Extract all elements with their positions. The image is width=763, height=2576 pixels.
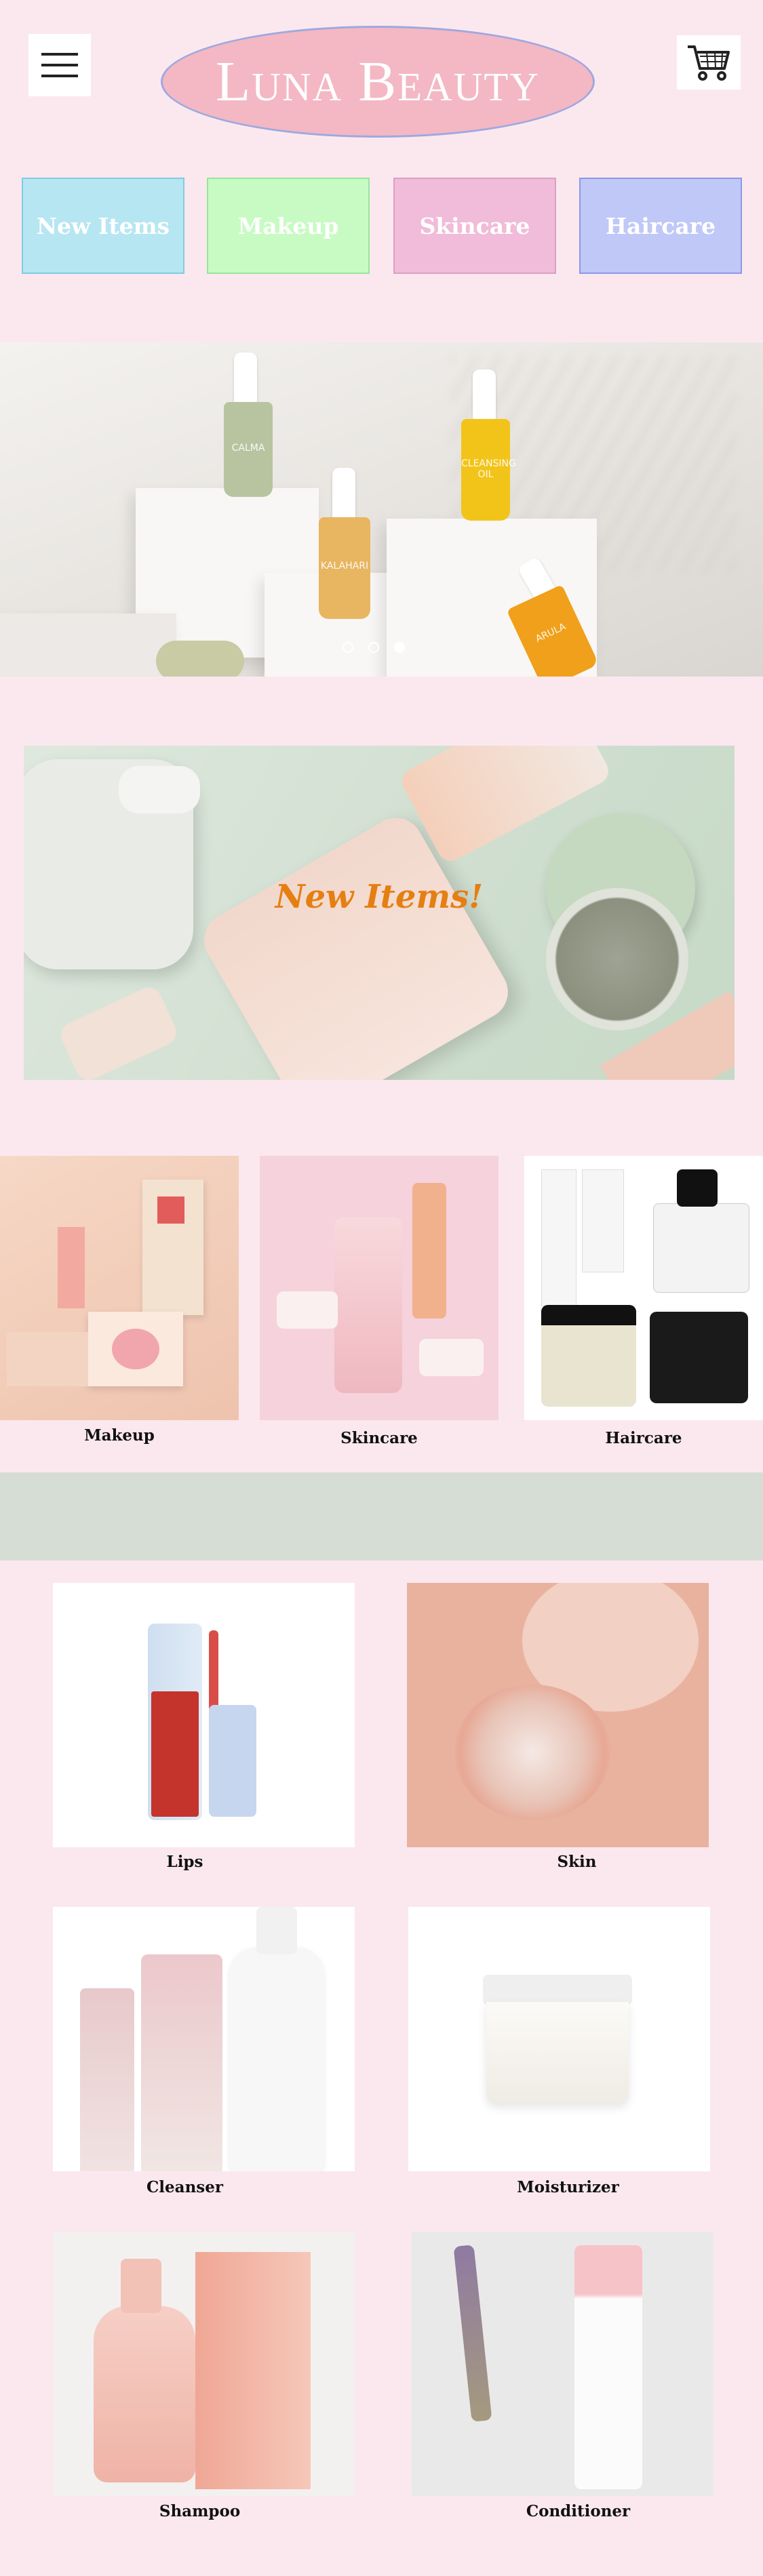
bottle-cap — [256, 1907, 297, 1954]
new-items-banner[interactable]: New Items! — [24, 746, 735, 1080]
cream-jar — [486, 2002, 629, 2104]
cushion-compact — [454, 1685, 610, 1820]
conditioner-tube — [574, 2245, 642, 2489]
product-label-shampoo: Shampoo — [159, 2502, 241, 2520]
product-label-skin: Skin — [557, 1853, 597, 1871]
product-label-moisturizer: Moisturizer — [517, 2178, 619, 2196]
tab-label: Skincare — [419, 212, 530, 239]
jar-lid — [541, 1305, 636, 1325]
serum-bottle: CLEANSING OIL — [461, 419, 516, 521]
perfume-bottle — [653, 1203, 749, 1293]
jar-cap — [119, 766, 200, 813]
product-label-lips: Lips — [166, 1853, 203, 1871]
lipstick — [58, 1227, 85, 1308]
serum-bottle — [412, 1183, 446, 1319]
shampoo-box — [195, 2252, 311, 2489]
perfume-cap — [677, 1169, 718, 1207]
cream-jar — [419, 1339, 484, 1376]
tab-makeup[interactable]: Makeup — [207, 178, 370, 274]
carousel-dot-active[interactable] — [394, 642, 405, 653]
shampoo-bottle — [94, 2306, 195, 2482]
brand-name: Luna Beauty — [215, 50, 541, 113]
carousel-dot[interactable] — [368, 642, 379, 653]
section-divider — [0, 1472, 763, 1561]
bottle-label: ARULA — [534, 621, 568, 645]
brand-mark — [157, 1196, 184, 1224]
product-box — [7, 1332, 88, 1386]
cream-jar — [277, 1291, 338, 1329]
cream-jar — [650, 1312, 748, 1403]
serum-bottle: CALMA — [224, 402, 273, 497]
cleanser-bottle — [229, 1948, 324, 2171]
tab-new-items[interactable]: New Items — [22, 178, 184, 274]
cleanser-tube — [80, 1988, 134, 2171]
tab-label: Makeup — [237, 212, 339, 239]
category-label-makeup: Makeup — [84, 1426, 155, 1445]
tab-label: New Items — [36, 212, 170, 239]
tube-product — [541, 1169, 576, 1306]
lavender-bunch — [453, 2245, 492, 2422]
carousel-indicators — [343, 642, 405, 653]
lip-gloss-cap — [209, 1705, 256, 1817]
product-image-lips[interactable] — [53, 1583, 355, 1847]
gloss-wand — [209, 1630, 218, 1712]
product-image-shampoo[interactable] — [53, 2232, 355, 2496]
display-cube — [0, 613, 176, 677]
category-label-haircare: Haircare — [605, 1429, 682, 1447]
tube-product — [582, 1169, 624, 1272]
category-image-makeup[interactable] — [0, 1156, 239, 1420]
jar-lid — [483, 1975, 632, 2005]
dropper-cap — [473, 369, 496, 420]
bottle-label: KALAHARI — [320, 561, 369, 571]
product-image-conditioner[interactable] — [412, 2232, 713, 2496]
hamburger-menu-icon[interactable] — [28, 34, 91, 96]
product-image-cleanser[interactable] — [53, 1907, 355, 2171]
dropper-cap — [332, 468, 355, 519]
category-label-skincare: Skincare — [340, 1429, 418, 1447]
dropper-cap — [234, 353, 257, 403]
product-label-cleanser: Cleanser — [146, 2178, 223, 2196]
moisturizer-tube — [141, 1954, 222, 2171]
promo-headline: New Items! — [275, 878, 484, 916]
pump-top — [121, 2259, 161, 2313]
bottle-label: CALMA — [231, 443, 265, 454]
tab-haircare[interactable]: Haircare — [579, 178, 742, 274]
product-image-skin[interactable] — [407, 1583, 709, 1847]
category-image-skincare[interactable] — [260, 1156, 498, 1420]
serum-bottle — [334, 1217, 402, 1393]
hero-carousel[interactable]: CALMA KALAHARI CLEANSING OIL ARULA — [0, 342, 763, 677]
product-label-conditioner: Conditioner — [526, 2502, 631, 2520]
bottle-label: CLEANSING OIL — [461, 458, 516, 480]
brand-logo[interactable]: Luna Beauty — [161, 26, 595, 138]
tube-product — [56, 983, 181, 1080]
product-image-moisturizer[interactable] — [408, 1907, 710, 2171]
tab-label: Haircare — [605, 212, 716, 239]
blush-pan — [112, 1329, 159, 1369]
category-image-haircare[interactable] — [524, 1156, 763, 1420]
tab-skincare[interactable]: Skincare — [393, 178, 556, 274]
lip-gloss-tint — [151, 1691, 199, 1817]
shopping-cart-icon[interactable] — [677, 35, 741, 89]
serum-bottle — [156, 641, 244, 677]
serum-bottle: KALAHARI — [319, 517, 370, 619]
carousel-dot[interactable] — [343, 642, 353, 653]
